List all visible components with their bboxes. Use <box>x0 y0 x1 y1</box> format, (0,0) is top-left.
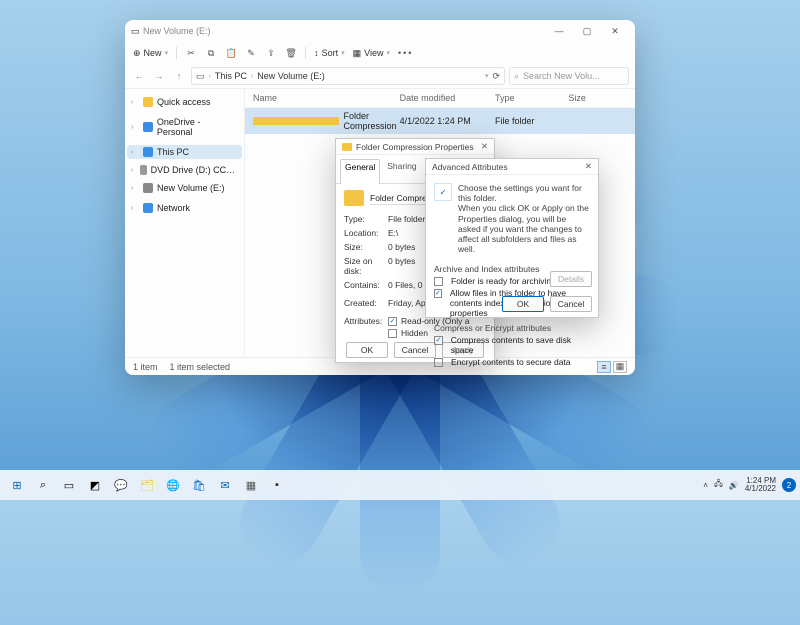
paste-icon[interactable]: 📋 <box>225 47 237 59</box>
view-button[interactable]: ▦View▾ <box>353 48 390 59</box>
more-button[interactable]: ••• <box>398 48 413 58</box>
search-button[interactable]: ⌕ <box>32 474 54 496</box>
terminal-button[interactable]: ▪ <box>266 474 288 496</box>
cancel-button[interactable]: Cancel <box>550 296 592 312</box>
window-icon: ▭ <box>131 26 143 37</box>
share-icon[interactable]: ⇪ <box>265 47 277 59</box>
edge-button[interactable]: 🌐 <box>162 474 184 496</box>
sort-button[interactable]: ↕Sort▾ <box>314 48 345 58</box>
tab-sharing[interactable]: Sharing <box>382 158 421 183</box>
compress-group-label: Compress or Encrypt attributes <box>434 323 590 333</box>
addr-dropdown[interactable]: ▾ <box>485 72 489 80</box>
toolbar: ⊕New▾ ✂ ⧉ 📋 ✎ ⇪ 🗑 ↕Sort▾ ▦View▾ ••• <box>125 42 635 64</box>
archive-checkbox[interactable] <box>434 277 443 286</box>
ok-button[interactable]: OK <box>346 342 388 358</box>
start-button[interactable]: ⊞ <box>6 474 28 496</box>
vmware-button[interactable]: ▦ <box>240 474 262 496</box>
sidebar-item-new-volume[interactable]: ›New Volume (E:) <box>127 181 242 195</box>
column-headers[interactable]: NameDate modifiedTypeSize <box>245 89 635 108</box>
tab-general[interactable]: General <box>340 159 380 184</box>
system-tray: ˄ 🖧 🔊 1:24 PM 4/1/2022 2 <box>703 477 796 493</box>
sidebar-item-quick-access[interactable]: ›Quick access <box>127 95 242 109</box>
mail-button[interactable]: ✉ <box>214 474 236 496</box>
advanced-attributes-dialog: Advanced Attributes ✕ ✓ Choose the setti… <box>425 158 599 318</box>
network-icon[interactable]: 🖧 <box>714 478 723 492</box>
chat-button[interactable]: 💬 <box>110 474 132 496</box>
titlebar: ▭ New Volume (E:) — ▢ ✕ <box>125 20 635 42</box>
status-selected: 1 item selected <box>170 362 231 372</box>
ok-button[interactable]: OK <box>502 296 544 312</box>
file-row[interactable]: Folder Compression 4/1/2022 1:24 PM File… <box>245 108 635 134</box>
folder-icon <box>342 143 352 151</box>
close-icon[interactable]: ✕ <box>481 141 488 152</box>
search-input[interactable]: ⌕ Search New Volu... <box>509 67 629 85</box>
close-icon[interactable]: ✕ <box>585 161 592 172</box>
details-button[interactable]: Details <box>550 271 592 287</box>
new-button[interactable]: ⊕New▾ <box>133 48 168 59</box>
crumb-volume[interactable]: New Volume (E:) <box>257 71 325 81</box>
advanced-title: Advanced Attributes <box>432 162 585 172</box>
details-view-button[interactable]: ≡ <box>597 361 611 373</box>
crumb-this-pc[interactable]: This PC <box>215 71 247 81</box>
sidebar-item-dvd[interactable]: ›DVD Drive (D:) CCCOMA_X64FR <box>127 163 242 177</box>
task-view-button[interactable]: ▭ <box>58 474 80 496</box>
hidden-checkbox[interactable] <box>388 329 397 338</box>
address-bar[interactable]: ▭ › This PC › New Volume (E:) ▾ ⟳ <box>191 67 505 85</box>
address-row: ← → ↑ ▭ › This PC › New Volume (E:) ▾ ⟳ … <box>125 64 635 88</box>
up-button[interactable]: ↑ <box>171 71 187 81</box>
status-count: 1 item <box>133 362 158 372</box>
settings-icon: ✓ <box>434 183 452 201</box>
copy-icon[interactable]: ⧉ <box>205 47 217 59</box>
rename-icon[interactable]: ✎ <box>245 47 257 59</box>
compress-checkbox[interactable] <box>434 336 443 345</box>
sidebar-item-this-pc[interactable]: ›This PC <box>127 145 242 159</box>
encrypt-checkbox[interactable] <box>434 358 443 367</box>
back-button[interactable]: ← <box>131 71 147 81</box>
notification-badge[interactable]: 2 <box>782 478 796 492</box>
icons-view-button[interactable]: ▦ <box>613 361 627 373</box>
properties-title: Folder Compression Properties <box>356 142 481 152</box>
store-button[interactable]: 🛍 <box>188 474 210 496</box>
sidebar-item-network[interactable]: ›Network <box>127 201 242 215</box>
delete-icon[interactable]: 🗑 <box>285 47 297 59</box>
folder-large-icon <box>344 190 364 206</box>
sidebar: ›Quick access ›OneDrive - Personal ›This… <box>125 89 245 357</box>
search-icon: ⌕ <box>514 71 519 82</box>
index-checkbox[interactable] <box>434 289 442 298</box>
window-title: New Volume (E:) <box>143 26 545 36</box>
maximize-button[interactable]: ▢ <box>573 26 601 37</box>
widgets-button[interactable]: ◩ <box>84 474 106 496</box>
sidebar-item-onedrive[interactable]: ›OneDrive - Personal <box>127 115 242 139</box>
hint-text: Choose the settings you want for this fo… <box>458 183 590 254</box>
cut-icon[interactable]: ✂ <box>185 47 197 59</box>
explorer-button[interactable]: 🗂 <box>136 474 158 496</box>
drive-icon: ▭ <box>196 71 205 82</box>
tray-chevron[interactable]: ˄ <box>703 481 708 490</box>
refresh-icon[interactable]: ⟳ <box>492 71 500 82</box>
volume-icon[interactable]: 🔊 <box>729 481 739 490</box>
taskbar: ⊞ ⌕ ▭ ◩ 💬 🗂 🌐 🛍 ✉ ▦ ▪ ˄ 🖧 🔊 1:24 PM 4/1/… <box>0 470 800 500</box>
close-button[interactable]: ✕ <box>601 26 629 37</box>
folder-icon <box>253 117 339 125</box>
forward-button[interactable]: → <box>151 71 167 81</box>
readonly-checkbox[interactable] <box>388 317 397 326</box>
clock[interactable]: 1:24 PM 4/1/2022 <box>745 477 776 493</box>
minimize-button[interactable]: — <box>545 26 573 36</box>
